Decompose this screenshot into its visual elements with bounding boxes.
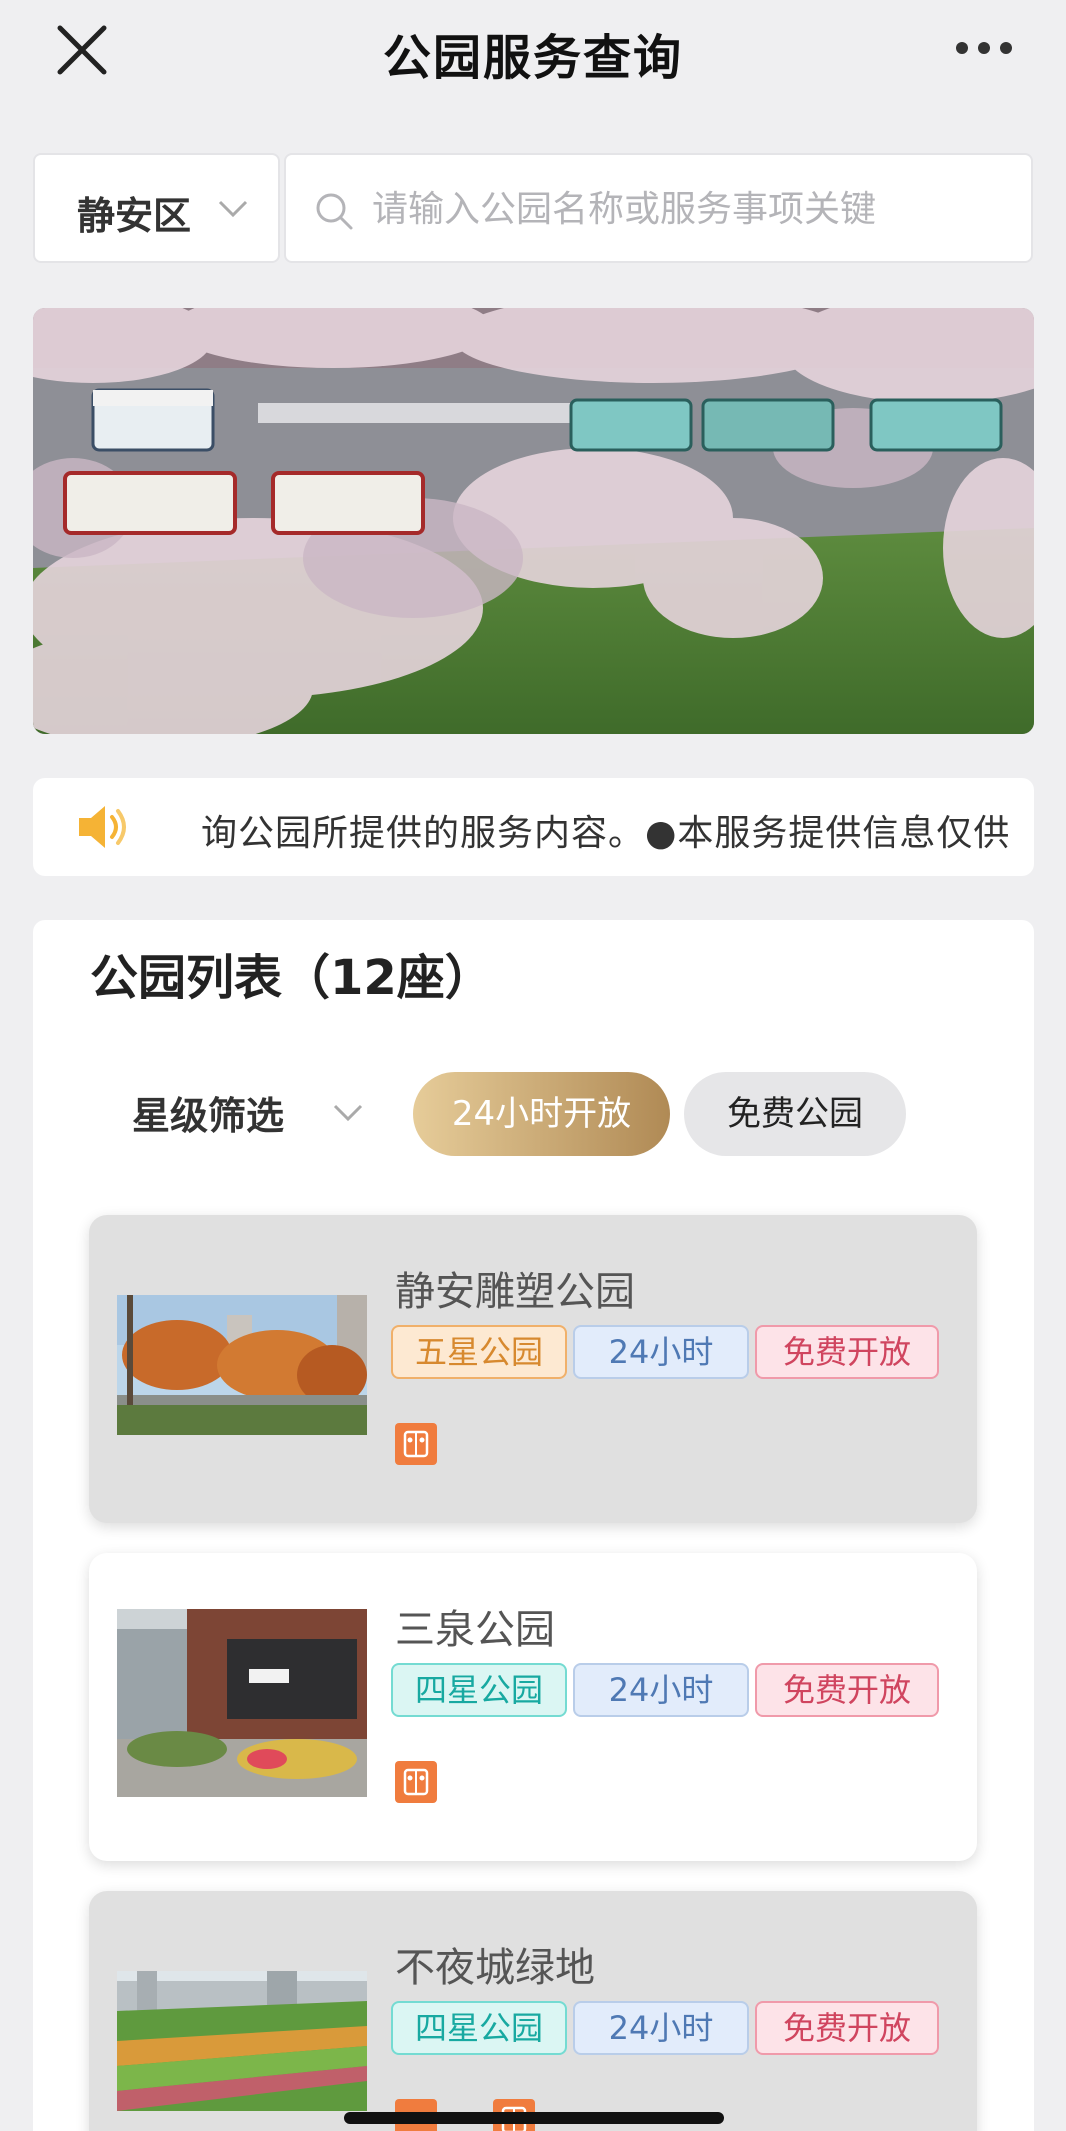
- park-list-title: 公园列表（12座）: [90, 950, 493, 1006]
- park-name: 不夜城绿地: [395, 1945, 595, 1991]
- park-card[interactable]: 静安雕塑公园 五星公园 24小时 免费开放: [89, 1215, 977, 1523]
- hours-badge: 24小时: [573, 2001, 749, 2055]
- park-card[interactable]: 不夜城绿地 四星公园 24小时 免费开放: [89, 1891, 977, 2131]
- star-rating-badge: 五星公园: [391, 1325, 567, 1379]
- free-entry-badge: 免费开放: [755, 1325, 939, 1379]
- search-box[interactable]: [284, 153, 1033, 263]
- banner-photo: [33, 308, 1034, 734]
- free-entry-badge: 免费开放: [755, 2001, 939, 2055]
- notice-bar[interactable]: 询公园所提供的服务内容。●本服务提供信息仅供: [33, 778, 1034, 876]
- page-title: 公园服务查询: [382, 30, 683, 86]
- more-icon[interactable]: [954, 40, 1014, 56]
- home-indicator[interactable]: [344, 2112, 724, 2124]
- star-filter-label: 星级筛选: [132, 1094, 285, 1138]
- chevron-down-icon: [218, 200, 248, 218]
- search-input[interactable]: [372, 175, 992, 243]
- filter-chip-24h[interactable]: 24小时开放: [413, 1072, 670, 1156]
- notice-text: 询公园所提供的服务内容。●本服务提供信息仅供: [201, 813, 1011, 854]
- star-filter-dropdown[interactable]: 星级筛选: [132, 1085, 392, 1145]
- nav-bar: 公园服务查询: [0, 0, 1066, 100]
- district-select[interactable]: 静安区: [33, 153, 280, 263]
- park-thumbnail: [117, 1971, 367, 2111]
- chevron-down-icon: [333, 1104, 363, 1122]
- free-entry-badge: 免费开放: [755, 1663, 939, 1717]
- park-card[interactable]: 三泉公园 四星公园 24小时 免费开放: [89, 1553, 977, 1861]
- restroom-service-icon: [395, 1761, 437, 1803]
- park-name: 静安雕塑公园: [395, 1269, 635, 1315]
- star-rating-badge: 四星公园: [391, 2001, 567, 2055]
- banner-image[interactable]: [33, 308, 1034, 734]
- park-thumbnail: [117, 1609, 367, 1797]
- speaker-icon: [79, 806, 126, 848]
- restroom-service-icon: [395, 1423, 437, 1465]
- filter-chip-free[interactable]: 免费公园: [684, 1072, 906, 1156]
- hours-badge: 24小时: [573, 1663, 749, 1717]
- park-name: 三泉公园: [395, 1607, 555, 1653]
- star-rating-badge: 四星公园: [391, 1663, 567, 1717]
- park-thumbnail: [117, 1295, 367, 1435]
- search-icon: [316, 193, 353, 230]
- district-label: 静安区: [77, 194, 192, 238]
- hours-badge: 24小时: [573, 1325, 749, 1379]
